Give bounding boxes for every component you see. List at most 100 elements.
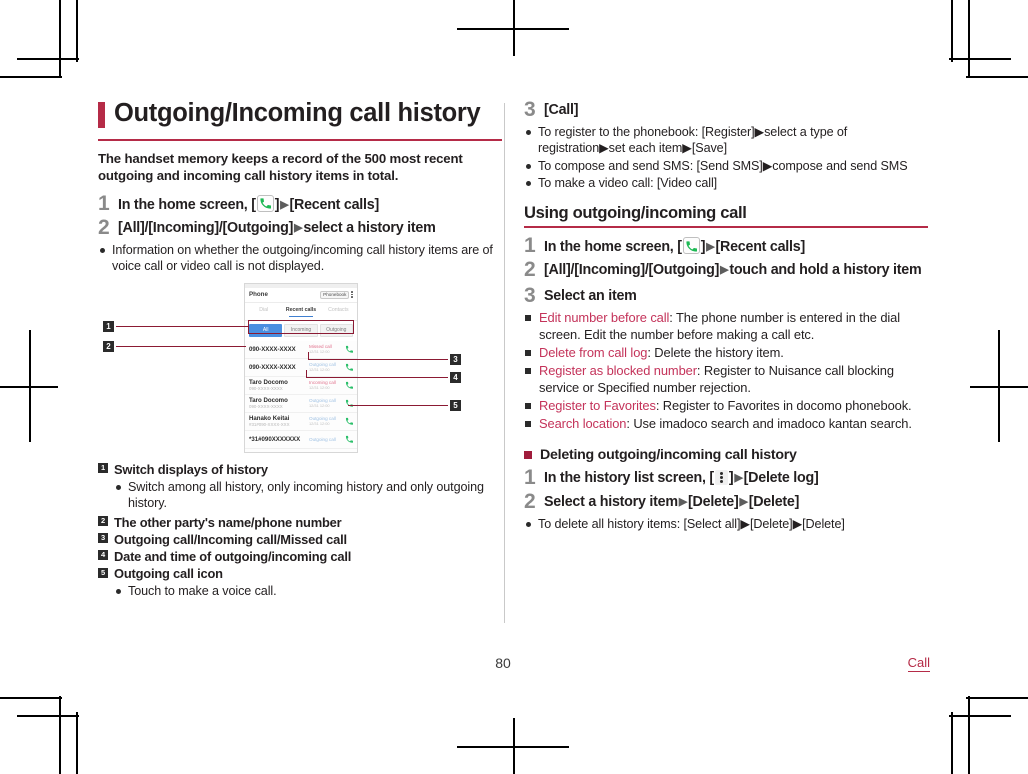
arrow-icon: ▶ <box>720 264 729 277</box>
column-divider <box>504 103 505 623</box>
title-accent-bar <box>98 102 105 128</box>
call-icon[interactable] <box>344 345 353 353</box>
step-text-pre: Select a history item <box>544 493 678 510</box>
history-status-block: Outgoing call 12/31 12:00 <box>309 398 341 408</box>
legend-label: Switch displays of history <box>114 461 268 477</box>
crop-mark <box>59 0 61 78</box>
crop-mark <box>949 58 1011 60</box>
legend-label: The other party's name/phone number <box>114 514 342 530</box>
call-icon[interactable] <box>344 363 353 371</box>
callout-3-leader <box>308 358 448 360</box>
option-desc: : Delete the history item. <box>647 345 784 361</box>
history-time: 12/31 12:00 <box>309 421 330 427</box>
step-text-post: [Delete log] <box>743 469 819 486</box>
step-number: 1 <box>98 191 110 215</box>
history-name: 090-XXXX-XXXX <box>249 363 296 371</box>
arrow-icon: ▶ <box>739 495 748 508</box>
step-text-mid: ] <box>728 469 734 486</box>
call-icon[interactable] <box>344 381 353 389</box>
more-options-icon[interactable] <box>351 291 353 299</box>
right-column: 3 [Call] To register to the phonebook: [… <box>524 99 928 536</box>
callout-badge-4: 4 <box>450 371 461 383</box>
callout-2-leader <box>116 345 246 347</box>
history-subtext: 090-XXXX-XXXX <box>249 404 283 410</box>
phonebook-button[interactable]: Phonebook <box>320 290 350 299</box>
history-name: *31#090XXXXXXX <box>249 435 301 443</box>
tab-dial[interactable]: Dial <box>245 307 282 314</box>
history-row[interactable]: *31#090XXXXXXX Outgoing call <box>245 431 357 449</box>
history-subtext: 090-XXXX-XXXX <box>249 386 283 392</box>
history-row[interactable]: Hanako Keitai #31#090-XXXX-XXX Outgoing c… <box>245 413 357 431</box>
step-2: 2 [All]/[Incoming]/[Outgoing]▶select a h… <box>98 217 502 238</box>
step-number: 1 <box>524 234 536 258</box>
page-title: Outgoing/Incoming call history <box>114 99 481 127</box>
legend-label: Outgoing call/Incoming call/Missed call <box>114 531 347 547</box>
history-row[interactable]: 090-XXXX-XXXX Missed call 12/31 12:00 <box>245 341 357 359</box>
step-text-mid: ] <box>274 196 280 213</box>
history-row[interactable]: 090-XXXX-XXXX Outgoing call 12/31 12:00 <box>245 359 357 377</box>
step-number: 2 <box>524 489 536 513</box>
legend-item-2: 2 The other party's name/phone number <box>98 514 502 531</box>
legend-notes: Switch among all history, only incoming … <box>114 479 502 512</box>
crop-mark <box>0 76 62 78</box>
call-icon[interactable] <box>344 417 353 425</box>
step-text-mid: ] <box>700 239 706 256</box>
history-time: 12/31 12:00 <box>309 385 330 391</box>
callout-5-leader <box>348 404 448 406</box>
crop-mark <box>949 715 1011 717</box>
using-step-3: 3 Select an item <box>524 285 928 306</box>
note-item: Touch to make a voice call. <box>114 583 502 599</box>
chapter-label: Call <box>907 655 930 672</box>
step-1: 1 In the home screen, []▶[Recent calls] <box>98 191 502 215</box>
step-text: [Call] <box>544 102 579 118</box>
history-status-block: Outgoing call 12/31 12:00 <box>309 416 341 426</box>
phone-mockup: Phone Phonebook Dial Recent calls Contac… <box>244 282 358 453</box>
step-text-post: [Recent calls] <box>289 196 380 213</box>
history-row[interactable]: Taro Docomo 090-XXXX-XXXX Incoming call 12… <box>245 377 357 395</box>
registration-mark <box>970 386 1028 388</box>
registration-mark <box>457 28 569 30</box>
history-status-block: Missed call 12/31 12:00 <box>309 344 341 354</box>
using-step-2: 2 [All]/[Incoming]/[Outgoing]▶touch and … <box>524 258 928 282</box>
step-text: Select a history item▶[Delete]▶[Delete] <box>544 492 799 511</box>
crop-mark <box>951 0 953 62</box>
history-name-block: *31#090XXXXXXX <box>249 436 306 443</box>
history-time: 12/31 12:00 <box>309 367 330 373</box>
step-text-pre: In the home screen, [ <box>544 239 682 256</box>
step-text: Select an item <box>544 288 637 305</box>
legend-key: 2 <box>98 516 108 527</box>
option-keyword: Register to Favorites <box>539 397 656 413</box>
step-text: [All]/[Incoming]/[Outgoing]▶touch and ho… <box>544 260 922 279</box>
callout-1-highlight <box>248 319 354 334</box>
call-icon[interactable] <box>344 435 353 443</box>
history-status-block: Outgoing call <box>309 437 341 442</box>
crop-mark <box>17 715 79 717</box>
history-subtext: #31#090-XXXX-XXX <box>249 422 290 428</box>
step-text-pre: In the home screen, [ <box>118 196 256 213</box>
step-text: [All]/[Incoming]/[Outgoing]▶select a his… <box>118 218 436 237</box>
option-desc: : Register to Favorites in docomo phoneb… <box>655 397 912 413</box>
option-item: Register to Favorites: Register to Favor… <box>524 398 928 415</box>
page-title-block: Outgoing/Incoming call history <box>98 99 502 132</box>
callout-3-leader <box>308 351 309 360</box>
arrow-icon: ▶ <box>294 221 303 234</box>
step-number: 2 <box>524 258 536 282</box>
page-number: 80 <box>495 655 511 671</box>
tab-contacts[interactable]: Contacts <box>320 307 357 314</box>
call-icon[interactable] <box>344 399 353 407</box>
step-3-call: 3 [Call] <box>524 99 928 120</box>
history-name-block: 090-XXXX-XXXX <box>249 346 306 353</box>
app-bar: Phone Phonebook <box>245 287 357 303</box>
option-keyword: Delete from call log <box>539 345 648 361</box>
arrow-icon: ▶ <box>734 471 743 484</box>
step-text-pre: [All]/[Incoming]/[Outgoing] <box>544 262 720 279</box>
callout-badge-5: 5 <box>450 399 461 411</box>
legend-item-1: 1 Switch displays of history Switch amon… <box>98 461 502 512</box>
history-row[interactable]: Taro Docomo 090-XXXX-XXXX Outgoing call 12… <box>245 395 357 413</box>
step-3-notes: To register to the phonebook: [Register]… <box>524 124 928 191</box>
option-item: Search location: Use imadoco search and … <box>524 416 928 433</box>
option-keyword: Edit number before call <box>539 310 670 326</box>
phone-icon <box>682 237 700 255</box>
tab-recent-calls[interactable]: Recent calls <box>282 307 319 318</box>
callout-badge-1: 1 <box>103 320 114 332</box>
